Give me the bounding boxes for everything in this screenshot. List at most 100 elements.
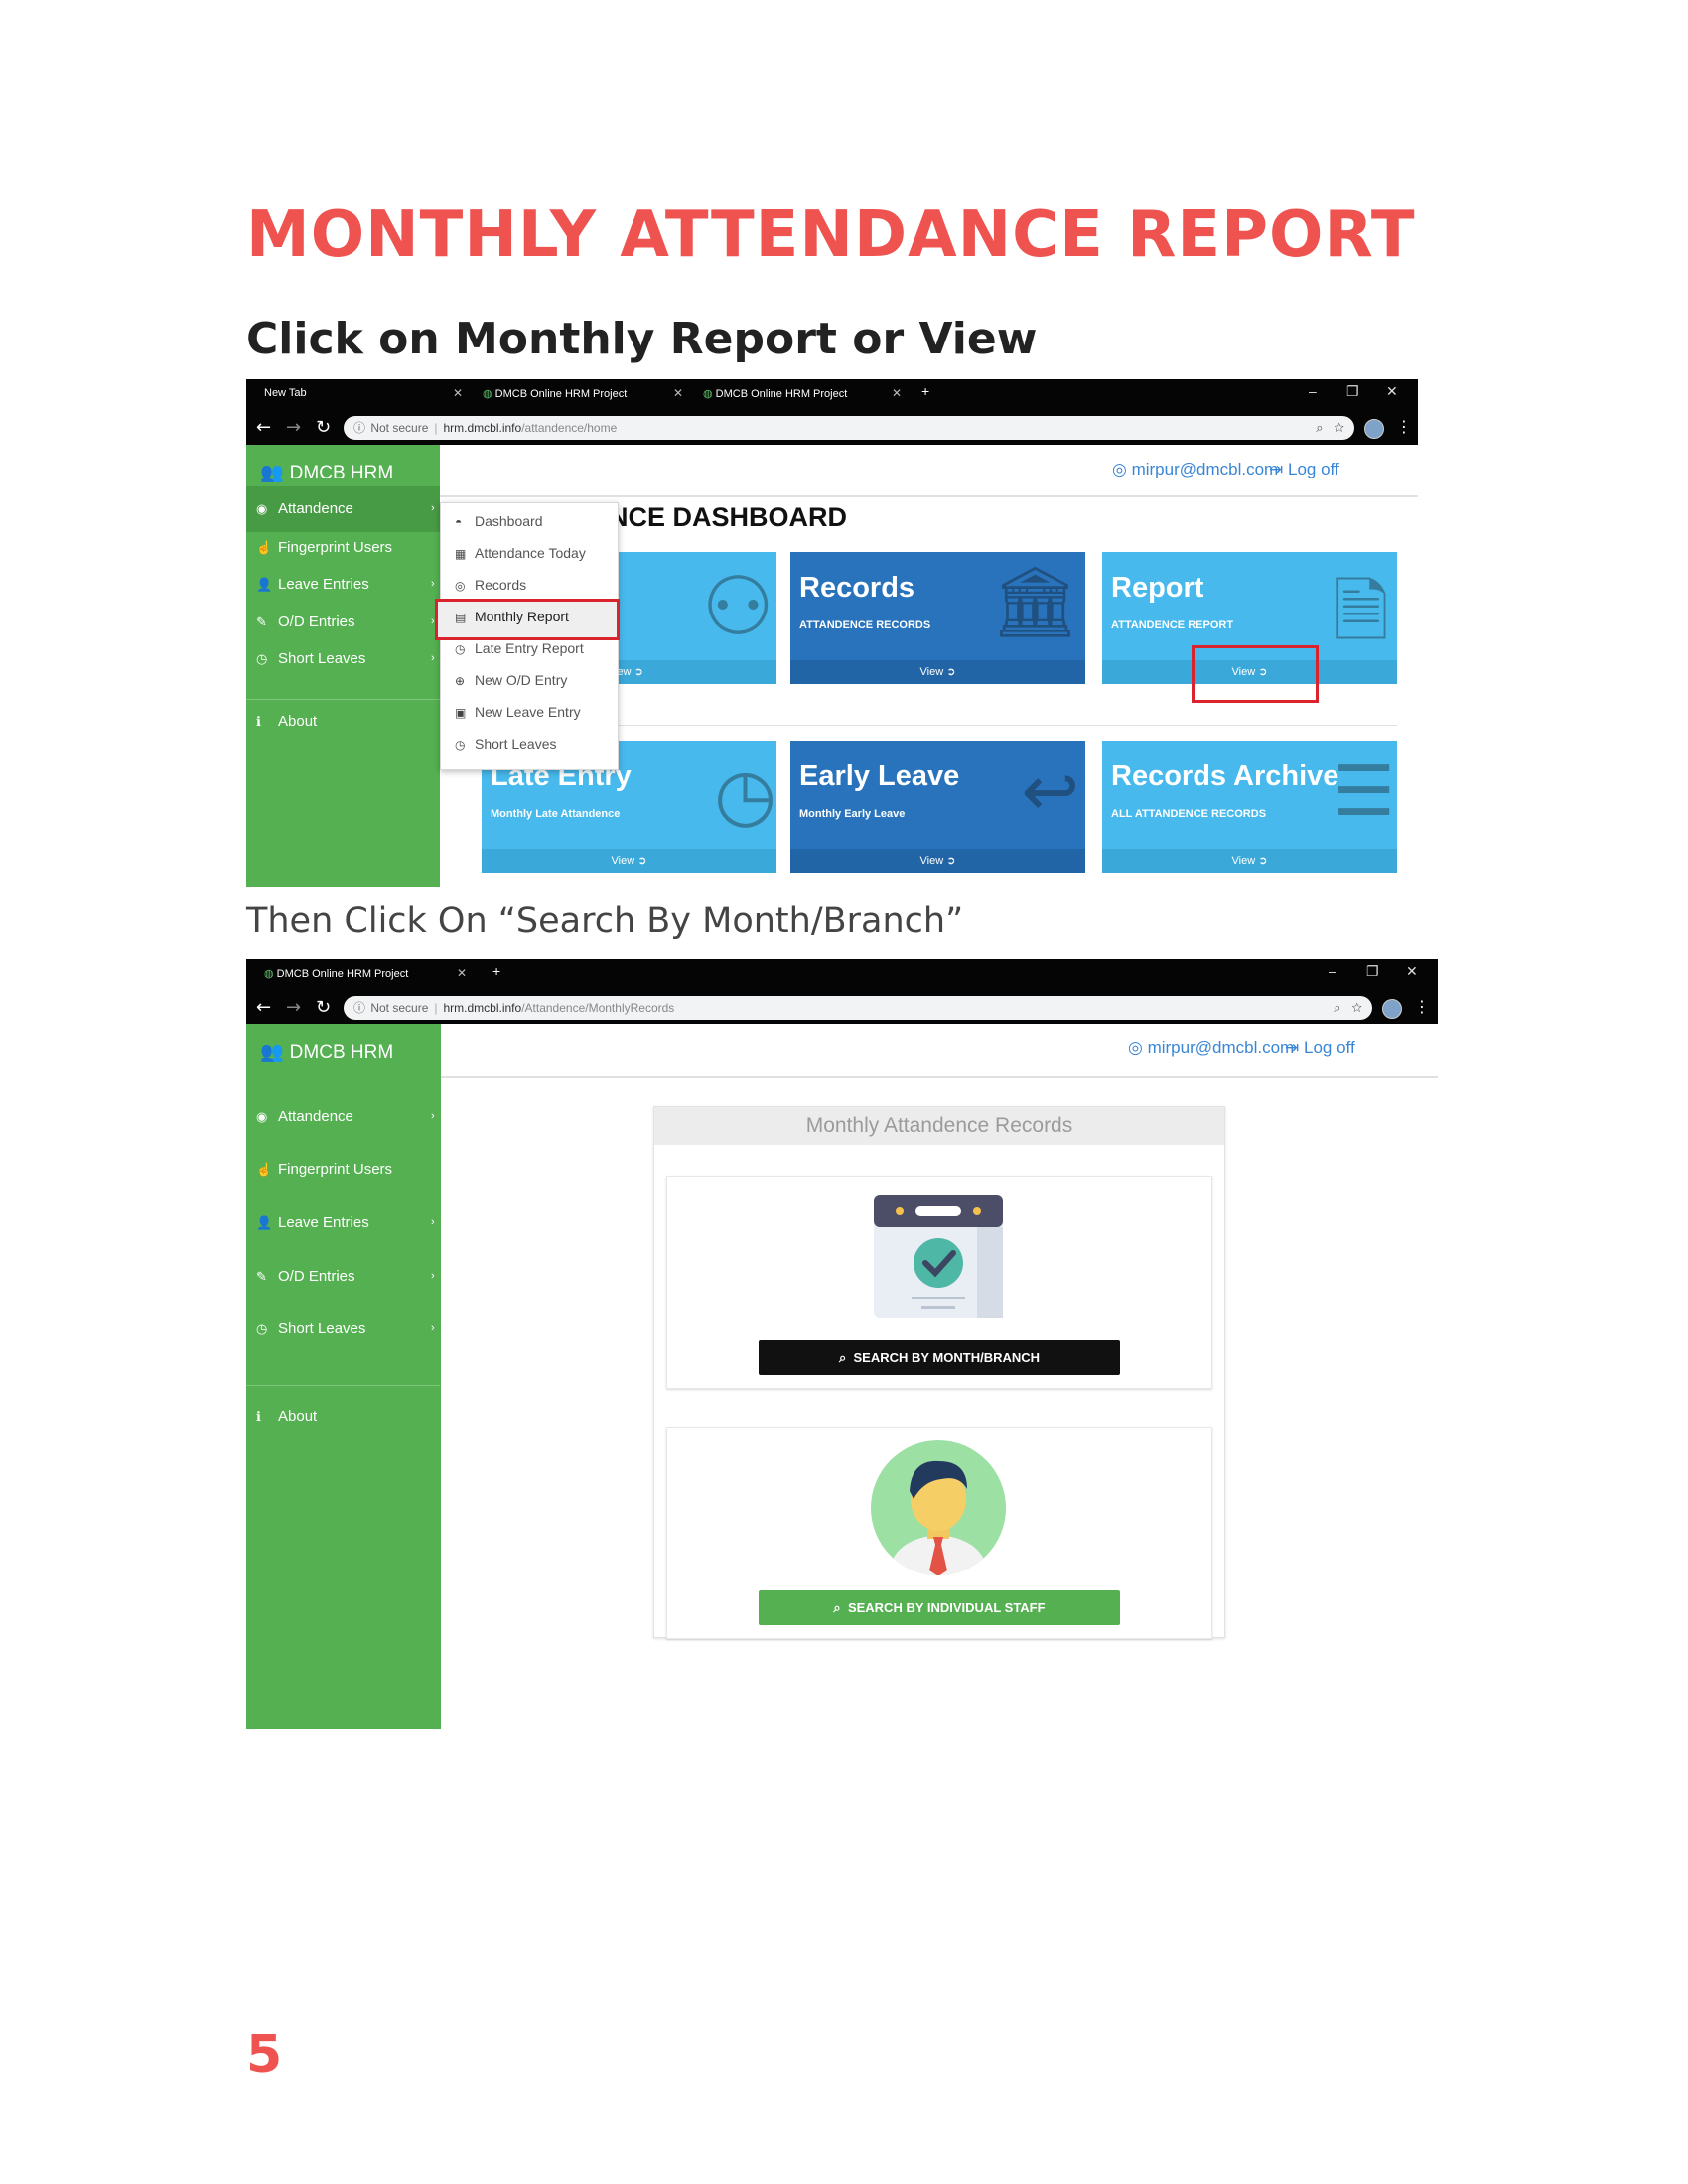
close-tab-icon[interactable]: ✕ (453, 386, 463, 400)
tab-favicon-icon: ◍ (703, 388, 716, 400)
tab-favicon-icon: ◍ (483, 388, 495, 400)
menu-item-new-leave-entry[interactable]: ▣ New Leave Entry (455, 704, 581, 720)
document-title: MONTHLY ATTENDANCE REPORT (246, 199, 1416, 272)
tile-subtitle: ATTANDENCE REPORT (1111, 619, 1234, 631)
calendar-check-icon (874, 1195, 1003, 1318)
logoff-link[interactable]: ⇥ Log off (1285, 1038, 1355, 1058)
minimize-icon[interactable]: – (1329, 963, 1336, 979)
menu-kebab-icon[interactable]: ⋮ (1414, 997, 1430, 1016)
close-tab-icon[interactable]: ✕ (457, 966, 467, 980)
browser-tab[interactable]: ◍ DMCB Online HRM Project (703, 387, 847, 400)
close-window-icon[interactable]: ✕ (1386, 383, 1398, 400)
tile-early-leave[interactable]: Early Leave Monthly Early Leave ↩ View ➲ (790, 741, 1085, 873)
reload-icon[interactable]: ↻ (316, 997, 331, 1018)
database-icon: ☰ (1333, 752, 1395, 830)
user-remove-icon: 👤 (256, 1215, 273, 1230)
clock-icon: ◷ (714, 755, 776, 835)
sidebar-item-short-leaves[interactable]: ◷ Short Leaves › (256, 650, 435, 667)
bookmark-star-icon[interactable]: ☆ (1351, 1000, 1362, 1015)
bookmark-star-icon[interactable]: ☆ (1334, 420, 1344, 435)
users-icon: 👥 (260, 1042, 284, 1063)
tile-records-archive[interactable]: Records Archive ALL ATTANDENCE RECORDS ☰… (1102, 741, 1397, 873)
file-icon: ▤ (455, 611, 467, 624)
security-label: Not secure (370, 1001, 429, 1015)
tile-view-link[interactable]: View ➲ (790, 660, 1085, 684)
menu-item-monthly-report[interactable]: ▤ Monthly Report (455, 609, 569, 624)
close-tab-icon[interactable]: ✕ (673, 386, 683, 400)
header-divider (441, 1076, 1438, 1078)
browser-tab-strip: ◍ DMCB Online HRM Project ✕ + – ❐ ✕ (246, 959, 1438, 991)
back-icon[interactable]: ← (256, 997, 271, 1018)
menu-item-dashboard[interactable]: ◓ Dashboard (455, 513, 543, 529)
user-circle-icon: ◎ (1112, 460, 1127, 478)
sidebar-item-attandence[interactable]: ◉ Attandence › (256, 1108, 435, 1125)
tile-view-link[interactable]: View ➲ (790, 849, 1085, 873)
forward-icon[interactable]: → (286, 997, 301, 1018)
close-tab-icon[interactable]: ✕ (892, 386, 902, 400)
url-path: /Attandence/MonthlyRecords (521, 1001, 675, 1015)
new-tab-icon[interactable]: + (492, 963, 500, 979)
menu-item-new-od-entry[interactable]: ⊕ New O/D Entry (455, 672, 567, 688)
chevron-right-icon: › (431, 1216, 435, 1228)
browser-tab[interactable]: ◍ DMCB Online HRM Project (264, 967, 408, 980)
menu-item-short-leaves[interactable]: ◷ Short Leaves (455, 736, 557, 751)
tile-subtitle: ATTANDENCE RECORDS (799, 619, 931, 631)
profile-avatar-icon[interactable] (1382, 999, 1402, 1019)
tile-subtitle: ALL ATTANDENCE RECORDS (1111, 808, 1267, 820)
info-icon: ℹ (256, 714, 261, 729)
logoff-link[interactable]: ⇥ Log off (1269, 460, 1339, 479)
sidebar-item-leave-entries[interactable]: 👤 Leave Entries › (256, 576, 435, 593)
forward-icon[interactable]: → (286, 417, 301, 438)
back-icon[interactable]: ← (256, 417, 271, 438)
browser-toolbar: ← → ↻ ⓘ Not secure | hrm.dmcbl.info/Attand… (246, 991, 1438, 1024)
reload-icon[interactable]: ↻ (316, 417, 331, 438)
info-icon: ⓘ (353, 1001, 369, 1015)
sidebar-item-about[interactable]: ℹ About (256, 713, 317, 730)
zoom-icon[interactable]: ⌕ (1334, 1000, 1340, 1015)
restore-icon[interactable]: ❐ (1346, 383, 1359, 400)
user-remove-icon: 👤 (256, 577, 273, 592)
menu-item-late-entry-report[interactable]: ◷ Late Entry Report (455, 640, 584, 656)
search-icon: ⌕ (833, 1600, 841, 1615)
address-bar[interactable]: ⓘ Not secure | hrm.dmcbl.info/Attandence/M… (344, 996, 1372, 1020)
sidebar-item-leave-entries[interactable]: 👤 Leave Entries › (256, 1214, 435, 1231)
search-by-individual-staff-button[interactable]: ⌕ SEARCH BY INDIVIDUAL STAFF (759, 1590, 1120, 1625)
menu-item-attendance-today[interactable]: ▦ Attendance Today (455, 545, 586, 561)
menu-kebab-icon[interactable]: ⋮ (1396, 417, 1412, 436)
tile-view-link[interactable]: View ➲ (482, 849, 776, 873)
tab-favicon-icon: ◍ (264, 968, 277, 980)
sidebar-item-fingerprint-users[interactable]: ☝ Fingerprint Users (256, 539, 392, 556)
search-icon: ⌕ (838, 1350, 847, 1365)
user-email-link[interactable]: ◎ mirpur@dmcbl.com (1112, 460, 1278, 479)
url-host: hrm.dmcbl.info (443, 421, 522, 435)
chevron-right-icon: › (431, 502, 435, 514)
minimize-icon[interactable]: – (1309, 383, 1317, 399)
tile-view-link[interactable]: View ➲ (1102, 849, 1397, 873)
brand[interactable]: 👥 DMCB HRM (260, 461, 393, 484)
sidebar-item-attandence[interactable]: ◉ Attandence › (256, 500, 435, 517)
restore-icon[interactable]: ❐ (1366, 963, 1379, 980)
sidebar-item-fingerprint-users[interactable]: ☝ Fingerprint Users (256, 1161, 392, 1178)
sidebar: 👥 DMCB HRM ◉ Attandence › ☝ Fingerprint User… (246, 445, 440, 887)
new-tab-icon[interactable]: + (921, 383, 929, 399)
sidebar-item-about[interactable]: ℹ About (256, 1408, 317, 1425)
browser-toolbar: ← → ↻ ⓘ Not secure | hrm.dmcbl.info/attand… (246, 411, 1418, 445)
calendar-icon: ▦ (455, 547, 467, 561)
tile-records[interactable]: Records ATTANDENCE RECORDS 🏛 View ➲ (790, 552, 1085, 684)
sidebar-item-od-entries[interactable]: ✎ O/D Entries › (256, 1268, 435, 1285)
sidebar-item-short-leaves[interactable]: ◷ Short Leaves › (256, 1320, 435, 1337)
browser-tab[interactable]: New Tab (264, 387, 307, 399)
tile-title: Early Leave (799, 760, 960, 792)
zoom-icon[interactable]: ⌕ (1316, 420, 1323, 435)
browser-tab[interactable]: ◍ DMCB Online HRM Project (483, 387, 627, 400)
address-bar[interactable]: ⓘ Not secure | hrm.dmcbl.info/attandence/h… (344, 416, 1354, 440)
arrow-circle-icon: ➲ (1258, 855, 1268, 867)
brand[interactable]: 👥 DMCB HRM (260, 1040, 393, 1064)
sidebar-item-od-entries[interactable]: ✎ O/D Entries › (256, 614, 435, 630)
close-window-icon[interactable]: ✕ (1406, 963, 1418, 980)
menu-item-records[interactable]: ◎ Records (455, 577, 526, 593)
user-email-link[interactable]: ◎ mirpur@dmcbl.com (1128, 1038, 1294, 1058)
step1-heading: Click on Monthly Report or View (246, 314, 1038, 364)
profile-avatar-icon[interactable] (1364, 419, 1384, 439)
search-by-month-branch-button[interactable]: ⌕ SEARCH BY MONTH/BRANCH (759, 1340, 1120, 1375)
